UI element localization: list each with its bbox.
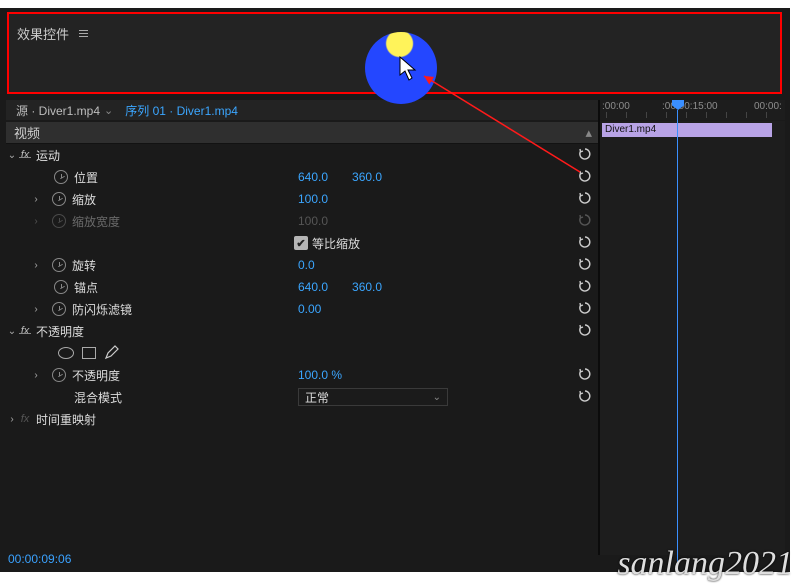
mini-clip[interactable]: Diver1.mp4: [602, 123, 772, 137]
stopwatch-icon[interactable]: [52, 368, 66, 382]
video-section-label: 视频: [14, 123, 40, 142]
reset-button[interactable]: [578, 235, 592, 252]
twisty-closed-icon: ›: [30, 216, 42, 227]
twisty-closed-icon[interactable]: ›: [30, 194, 42, 205]
prop-antiflicker-label: 防闪烁滤镜: [72, 301, 132, 318]
prop-scale-width: › 缩放宽度 100.0: [6, 210, 598, 232]
ruler-tick: :00:00: [602, 101, 630, 112]
value-scale-width: 100.0: [298, 214, 328, 228]
blend-mode-value: 正常: [305, 389, 329, 406]
reset-button[interactable]: [578, 169, 592, 186]
fx-badge-icon[interactable]: fx: [18, 149, 32, 161]
mini-time-ruler[interactable]: :00:00 :00:00:15:00 00:00:: [600, 100, 785, 120]
mask-rect-icon[interactable]: [82, 347, 96, 359]
prop-position: 位置 640.0 360.0: [6, 166, 598, 188]
reset-button[interactable]: [578, 389, 592, 406]
reset-button[interactable]: [578, 191, 592, 208]
effect-opacity[interactable]: ⌄ fx 不透明度: [6, 320, 598, 342]
reset-button[interactable]: [578, 257, 592, 274]
panel-header-highlight: 效果控件: [7, 12, 782, 94]
prop-antiflicker: › 防闪烁滤镜 0.00: [6, 298, 598, 320]
prop-rotation: › 旋转 0.0: [6, 254, 598, 276]
value-opacity[interactable]: 100.0 %: [298, 368, 342, 382]
prop-rotation-label: 旋转: [72, 257, 96, 274]
fx-badge-icon[interactable]: fx: [18, 325, 32, 337]
blend-mode-select[interactable]: 正常 ⌄: [298, 388, 448, 406]
chevron-down-icon: ⌄: [433, 392, 441, 403]
prop-uniform-scale: ✔ 等比缩放: [6, 232, 598, 254]
effect-motion-label: 运动: [36, 147, 60, 164]
stopwatch-icon: [52, 214, 66, 228]
mask-ellipse-icon[interactable]: [58, 347, 74, 359]
value-position-x[interactable]: 640.0: [298, 170, 328, 184]
prop-anchor-label: 锚点: [74, 279, 98, 296]
mini-timeline-area[interactable]: [600, 139, 785, 555]
value-position-y[interactable]: 360.0: [352, 170, 382, 184]
prop-opacity-label: 不透明度: [72, 367, 120, 384]
effect-time-remap-label: 时间重映射: [36, 411, 96, 428]
stopwatch-icon[interactable]: [52, 302, 66, 316]
sequence-tab-label: 序列 01 · Diver1.mp4: [125, 102, 238, 119]
prop-blend-mode: 混合模式 正常 ⌄: [6, 386, 598, 408]
collapse-up-icon[interactable]: ▴: [585, 125, 592, 141]
source-tab-master[interactable]: 源 · Diver1.mp4 ⌄: [10, 102, 119, 119]
reset-button: [578, 213, 592, 230]
reset-button[interactable]: [578, 323, 592, 340]
reset-button[interactable]: [578, 367, 592, 384]
mini-clip-track: Diver1.mp4: [600, 121, 785, 139]
panel-title: 效果控件: [17, 24, 69, 43]
effect-properties: ⌄ fx 运动 位置 640.0 360.0 › 缩放 100.0: [6, 144, 598, 430]
twisty-closed-icon[interactable]: ›: [6, 414, 18, 425]
prop-opacity-amount: › 不透明度 100.0 %: [6, 364, 598, 386]
fx-badge-icon[interactable]: fx: [18, 413, 32, 425]
prop-blend-label: 混合模式: [74, 389, 122, 406]
effect-opacity-label: 不透明度: [36, 323, 84, 340]
effect-motion[interactable]: ⌄ fx 运动: [6, 144, 598, 166]
prop-anchor: 锚点 640.0 360.0: [6, 276, 598, 298]
uniform-scale-label: 等比缩放: [312, 235, 360, 252]
twisty-closed-icon[interactable]: ›: [30, 370, 42, 381]
source-tab-label: 源 · Diver1.mp4: [16, 102, 100, 119]
prop-scale: › 缩放 100.0: [6, 188, 598, 210]
panel-title-bar: 效果控件: [17, 24, 88, 43]
twisty-open-icon[interactable]: ⌄: [6, 326, 18, 337]
video-section-header[interactable]: 视频 ▴: [6, 122, 598, 144]
value-antiflicker[interactable]: 0.00: [298, 302, 321, 316]
reset-button[interactable]: [578, 301, 592, 318]
vertical-divider: [598, 100, 600, 555]
app-frame: 效果控件 源 · Diver1.mp4 ⌄ 序列 01 · Diver1.mp4…: [0, 8, 790, 572]
prop-scale-width-label: 缩放宽度: [72, 213, 120, 230]
mask-pen-icon[interactable]: [104, 344, 120, 363]
mini-clip-label: Diver1.mp4: [605, 124, 656, 135]
value-rotation[interactable]: 0.0: [298, 258, 315, 272]
mask-tools: [6, 342, 598, 364]
source-tab-sequence[interactable]: 序列 01 · Diver1.mp4: [119, 102, 244, 119]
panel-menu-icon[interactable]: [79, 30, 88, 37]
stopwatch-icon[interactable]: [52, 258, 66, 272]
twisty-closed-icon[interactable]: ›: [30, 304, 42, 315]
prop-scale-label: 缩放: [72, 191, 96, 208]
stopwatch-icon[interactable]: [52, 192, 66, 206]
value-anchor-y[interactable]: 360.0: [352, 280, 382, 294]
reset-button[interactable]: [578, 147, 592, 164]
chevron-down-icon[interactable]: ⌄: [104, 104, 113, 117]
checkbox-uniform-scale[interactable]: ✔: [294, 236, 308, 250]
twisty-open-icon[interactable]: ⌄: [6, 150, 18, 161]
value-scale[interactable]: 100.0: [298, 192, 328, 206]
stopwatch-icon[interactable]: [54, 280, 68, 294]
reset-button[interactable]: [578, 279, 592, 296]
prop-position-label: 位置: [74, 169, 98, 186]
ruler-tick: :00:00:15:00: [662, 101, 718, 112]
timecode-display[interactable]: 00:00:09:06: [8, 552, 71, 566]
ruler-tick: 00:00:: [754, 101, 782, 112]
twisty-closed-icon[interactable]: ›: [30, 260, 42, 271]
value-anchor-x[interactable]: 640.0: [298, 280, 328, 294]
effect-time-remap[interactable]: › fx 时间重映射: [6, 408, 598, 430]
stopwatch-icon[interactable]: [54, 170, 68, 184]
